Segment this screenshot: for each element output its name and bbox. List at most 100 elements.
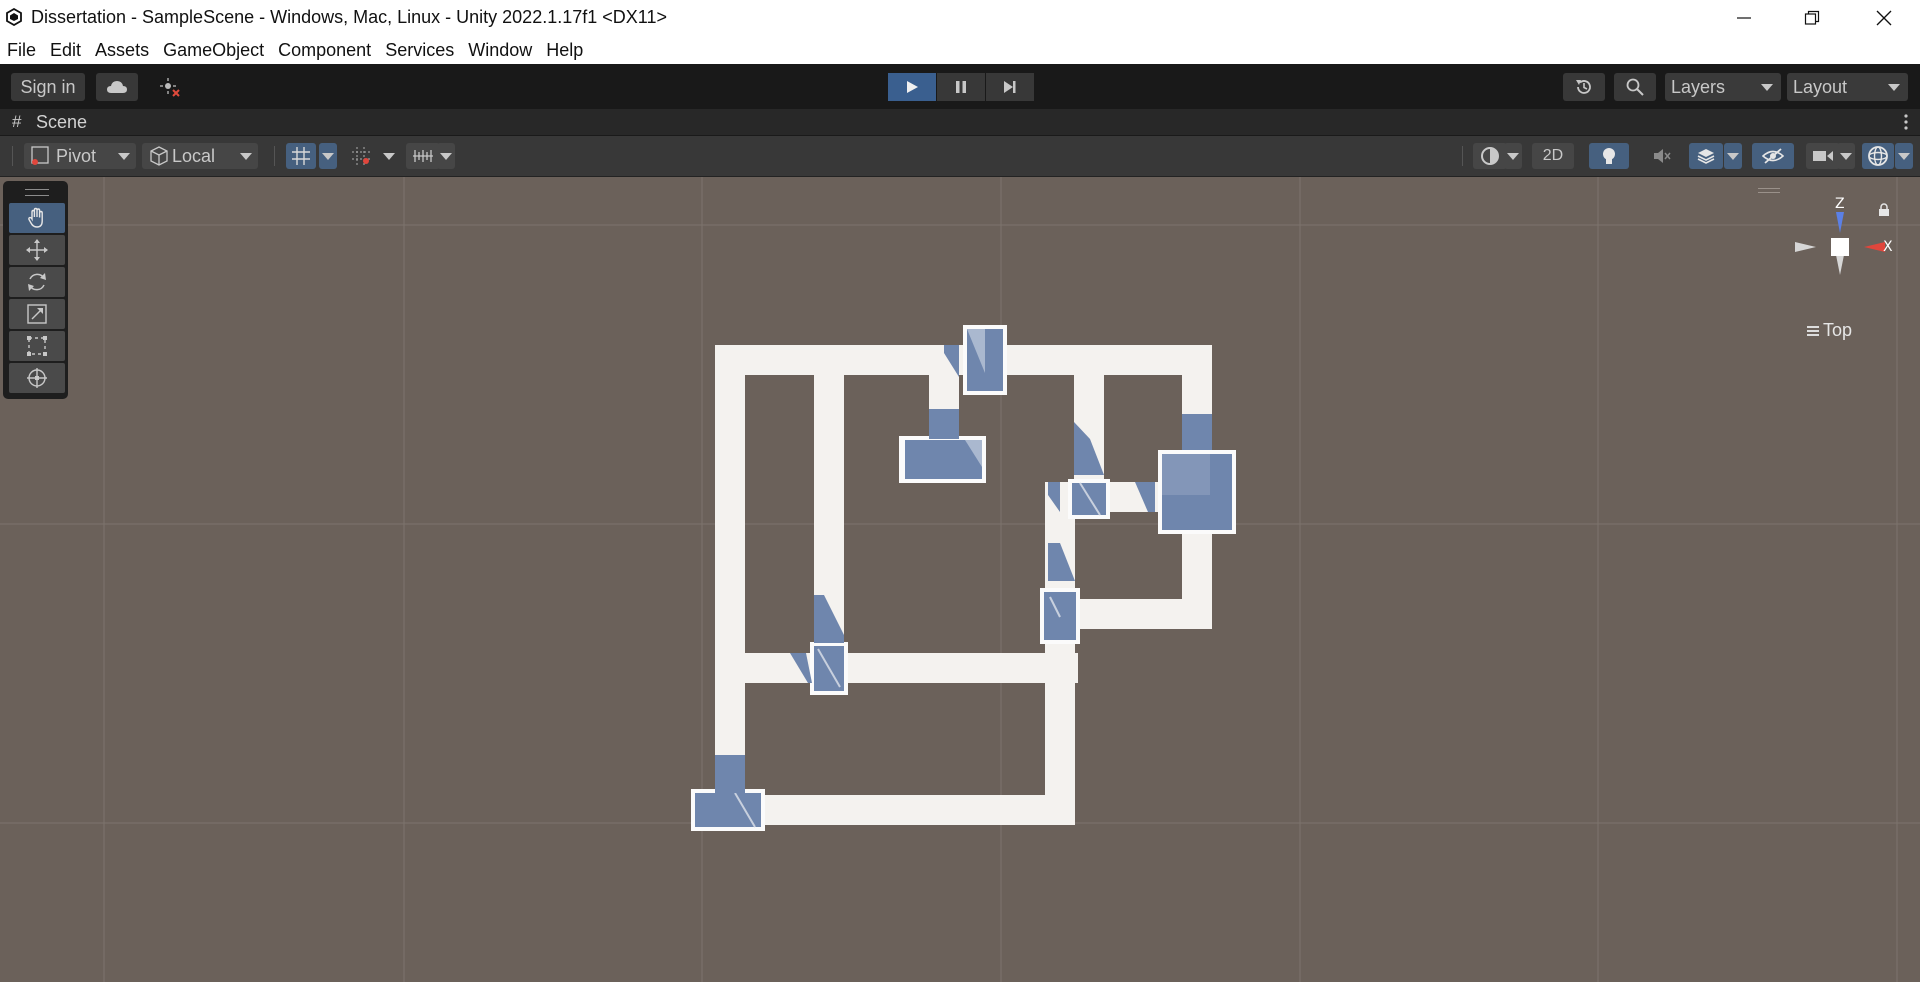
step-button[interactable] [986, 73, 1034, 101]
menu-gameobject[interactable]: GameObject [163, 40, 264, 61]
more-options-icon[interactable] [1904, 114, 1908, 130]
grid-snap-icon [292, 147, 310, 165]
pause-button[interactable] [937, 73, 985, 101]
gizmos-options[interactable] [1895, 143, 1913, 169]
room-blocks [691, 325, 1236, 831]
room-block [691, 789, 765, 831]
shaded-sphere-icon [1481, 147, 1499, 165]
draw-mode-options[interactable] [1504, 143, 1522, 169]
view-mode-text: Top [1823, 320, 1853, 340]
increment-snap-button[interactable] [346, 143, 376, 169]
chevron-down-icon [240, 153, 252, 160]
grid-snap-button[interactable] [286, 143, 316, 169]
tools-palette [3, 181, 68, 399]
menu-file[interactable]: File [7, 40, 36, 61]
close-button[interactable] [1850, 0, 1918, 36]
menu-component[interactable]: Component [278, 40, 371, 61]
scene-grid [0, 177, 1920, 982]
pivot-dropdown[interactable]: Pivot [24, 143, 136, 169]
scale-tool-button[interactable] [9, 299, 65, 329]
transform-tool-icon [27, 368, 47, 388]
menu-services[interactable]: Services [385, 40, 454, 61]
menu-bar: File Edit Assets GameObject Component Se… [0, 36, 1920, 64]
orientation-gizmo[interactable]: Z X [1790, 193, 1893, 303]
sign-in-button[interactable]: Sign in [11, 73, 85, 101]
hidden-eye-icon [1762, 148, 1784, 164]
layout-dropdown[interactable]: Layout [1787, 73, 1908, 101]
lighting-toggle-button[interactable] [1589, 143, 1629, 169]
local-label: Local [172, 145, 216, 166]
chevron-down-icon [1761, 84, 1773, 91]
audio-toggle-button[interactable] [1643, 143, 1681, 169]
rotate-tool-button[interactable] [9, 267, 65, 297]
gizmo-x-label: X [1883, 239, 1893, 255]
room-block [1158, 450, 1236, 534]
tab-scene[interactable]: Scene [36, 112, 87, 133]
gizmos-button[interactable] [1862, 143, 1894, 169]
layout-label: Layout [1793, 76, 1848, 97]
scene-tab-bar: # Scene [0, 109, 1920, 136]
view-mode-label[interactable]: Top [1807, 320, 1852, 341]
draw-mode-button[interactable] [1473, 143, 1507, 169]
cube-icon [150, 146, 168, 166]
lock-icon[interactable] [1878, 203, 1890, 217]
move-tool-icon [26, 239, 48, 261]
play-button[interactable] [888, 73, 936, 101]
ruler-button[interactable] [406, 143, 440, 169]
restore-button[interactable] [1778, 0, 1846, 36]
minimize-button[interactable] [1710, 0, 1778, 36]
camera-options[interactable] [1837, 143, 1855, 169]
door-segment [929, 409, 959, 439]
room-block [963, 325, 1007, 395]
local-dropdown[interactable]: Local [142, 143, 258, 169]
unity-logo-icon [6, 8, 22, 26]
move-tool-button[interactable] [9, 235, 65, 265]
scene-visibility-button[interactable] [1752, 143, 1794, 169]
cloud-icon [107, 81, 127, 93]
collab-button[interactable] [149, 73, 191, 101]
transform-tool-button[interactable] [9, 363, 65, 393]
lightbulb-icon [1603, 148, 1615, 164]
layers-stack-icon [1697, 149, 1715, 164]
ruler-options[interactable] [437, 143, 455, 169]
increment-snap-icon [352, 147, 370, 165]
cloud-button[interactable] [96, 73, 138, 101]
gizmo-z-label: Z [1835, 196, 1845, 212]
door-segment [1182, 414, 1212, 450]
minimize-icon [1737, 17, 1751, 19]
pivot-icon [31, 146, 49, 165]
hand-tool-button[interactable] [9, 203, 65, 233]
effects-options[interactable] [1724, 143, 1742, 169]
grid-snap-options[interactable] [319, 143, 337, 169]
gizmo-sphere-icon [1868, 146, 1888, 166]
toggle-2d-button[interactable]: 2D [1532, 143, 1574, 169]
palette-grip[interactable] [25, 189, 49, 196]
search-button[interactable] [1614, 73, 1656, 101]
scene-viewport[interactable] [0, 177, 1920, 982]
title-bar: Dissertation - SampleScene - Windows, Ma… [0, 0, 1920, 36]
playmode-controls [888, 73, 1035, 101]
menu-window[interactable]: Window [468, 40, 532, 61]
room-block [1068, 479, 1110, 519]
effects-toggle-button[interactable] [1689, 143, 1723, 169]
rect-tool-button[interactable] [9, 331, 65, 361]
toolbar-separator [1462, 146, 1464, 166]
undo-history-button[interactable] [1563, 73, 1605, 101]
window-title: Dissertation - SampleScene - Windows, Ma… [31, 7, 667, 27]
increment-snap-options[interactable] [380, 143, 398, 169]
rect-tool-icon [27, 336, 47, 356]
layers-dropdown[interactable]: Layers [1665, 73, 1781, 101]
chevron-down-icon [118, 153, 130, 160]
hand-tool-icon [28, 207, 43, 228]
toolbar-grip [12, 146, 14, 166]
close-icon [1876, 10, 1892, 26]
door-segment [715, 755, 745, 793]
layers-label: Layers [1671, 76, 1726, 97]
camera-button[interactable] [1806, 143, 1840, 169]
scale-tool-icon [27, 304, 47, 324]
overlay-grip[interactable] [1758, 188, 1780, 193]
scene-toolbar: Pivot Local 2D [0, 136, 1920, 177]
menu-help[interactable]: Help [546, 40, 583, 61]
menu-assets[interactable]: Assets [95, 40, 149, 61]
menu-edit[interactable]: Edit [50, 40, 81, 61]
